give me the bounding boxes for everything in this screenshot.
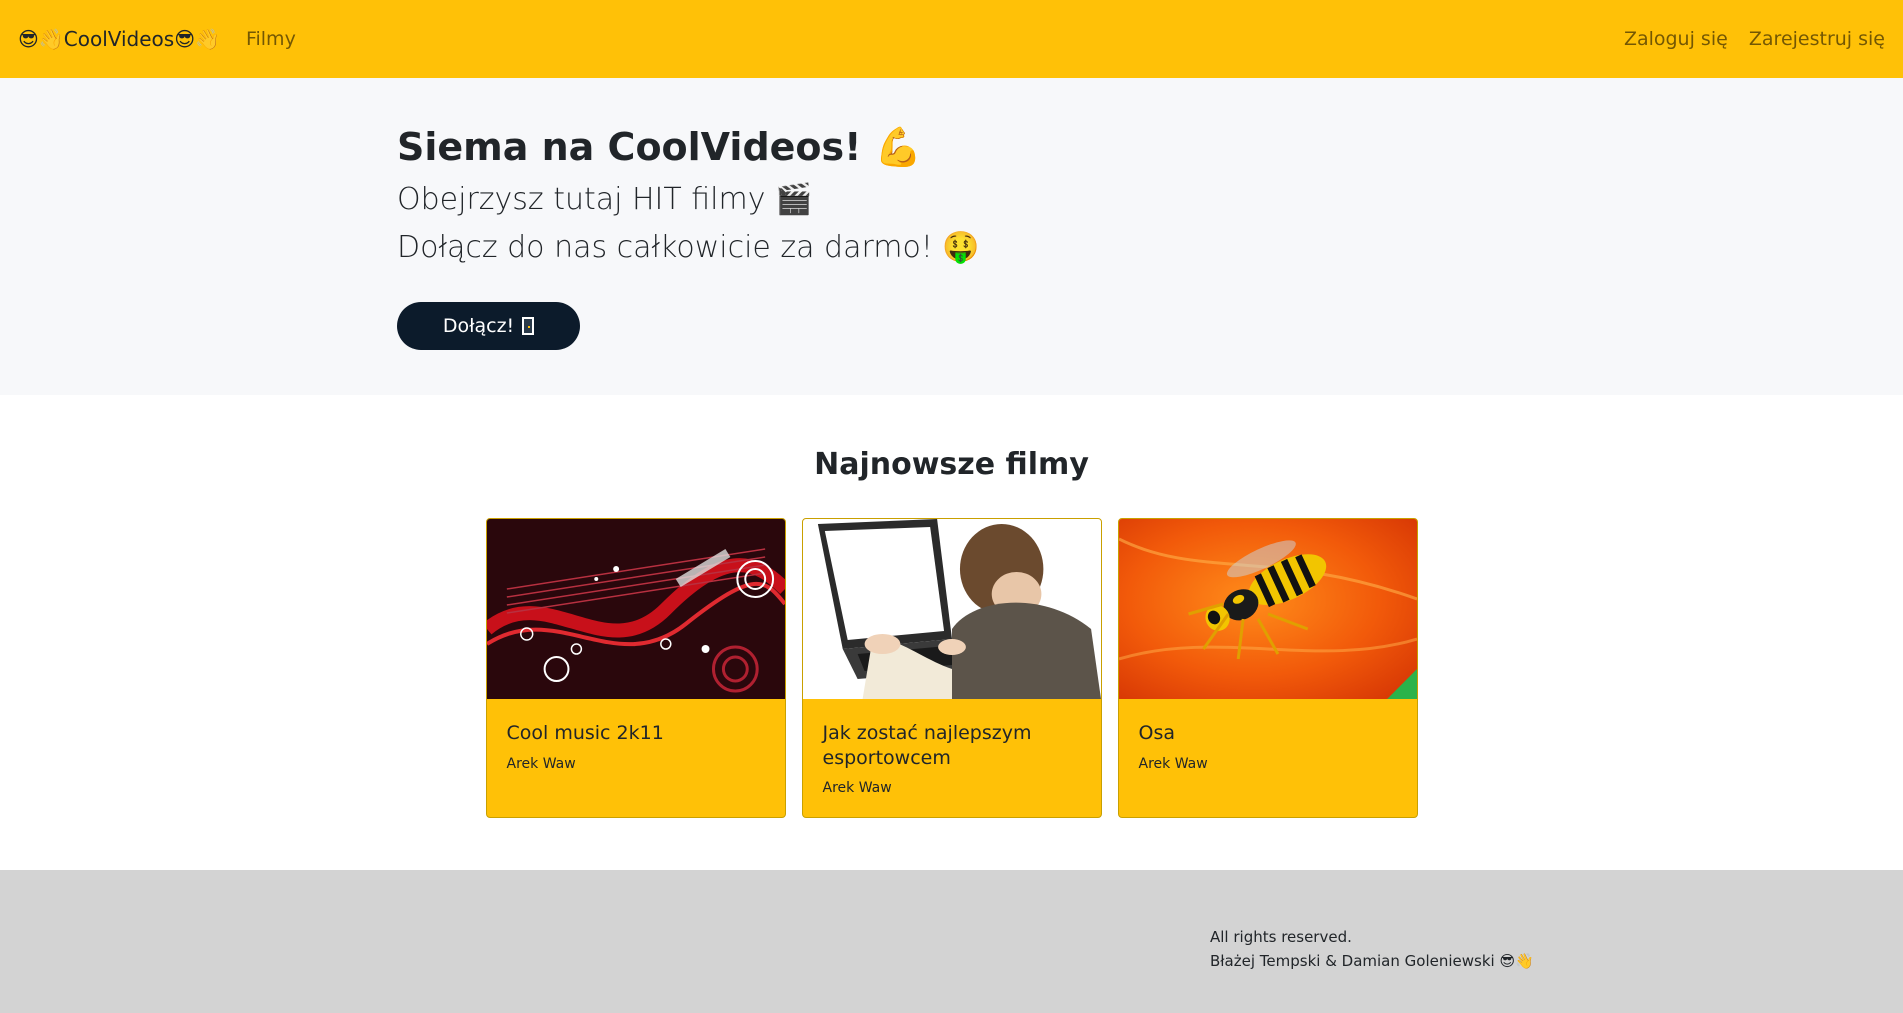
video-card-body: Cool music 2k11 Arek Waw: [487, 699, 785, 772]
video-title[interactable]: Cool music 2k11: [507, 721, 765, 746]
latest-videos-section: Najnowsze filmy Cool music 2k11 Arek Waw…: [0, 395, 1903, 870]
video-card[interactable]: Jak zostać najlepszym esportowcem Arek W…: [801, 518, 1102, 818]
video-card-body: Jak zostać najlepszym esportowcem Arek W…: [803, 699, 1101, 796]
latest-videos-heading: Najnowsze filmy: [814, 447, 1089, 482]
footer-rights: All rights reserved.: [1210, 928, 1352, 946]
video-card[interactable]: Cool music 2k11 Arek Waw: [485, 518, 786, 818]
hero-tagline-1: Obejrzysz tutaj HIT filmy 🎬: [397, 182, 813, 218]
boy-laptop-thumbnail-icon: [802, 519, 1101, 699]
hero-title: Siema na CoolVideos! 💪: [397, 125, 923, 169]
register-link[interactable]: Zarejestruj się: [1749, 28, 1885, 50]
video-author: Arek Waw: [822, 780, 892, 797]
brand-logo[interactable]: 😎👋CoolVideos😎👋: [18, 27, 220, 51]
door-icon: [522, 317, 535, 336]
wasp-thumbnail-image: [1118, 519, 1417, 699]
join-button-label: Dołącz!: [442, 315, 515, 338]
hero-section: Siema na CoolVideos! 💪 Obejrzysz tutaj H…: [0, 78, 1903, 395]
video-author: Arek Waw: [1138, 755, 1208, 772]
footer-authors: Błażej Tempski & Damian Goleniewski 😎👋: [1210, 952, 1534, 970]
navbar-left: 😎👋CoolVideos😎👋 Filmy: [18, 27, 296, 51]
navbar-right: Zaloguj się Zarejestruj się: [1608, 28, 1885, 50]
video-card-list: Cool music 2k11 Arek Waw Jak zostać najl…: [0, 518, 1903, 818]
abstract-music-thumbnail-image: [486, 519, 785, 699]
video-title[interactable]: Jak zostać najlepszym esportowcem: [823, 721, 1081, 770]
video-author: Arek Waw: [506, 755, 576, 772]
wasp-thumbnail-icon: [1118, 519, 1417, 699]
join-button[interactable]: Dołącz!: [397, 302, 580, 351]
hero-tagline-2: Dołącz do nas całkowicie za darmo! 🤑: [397, 230, 980, 266]
navbar: 😎👋CoolVideos😎👋 Filmy Zaloguj się Zarejes…: [0, 0, 1903, 78]
video-card-body: Osa Arek Waw: [1119, 699, 1417, 772]
nav-link-films[interactable]: Filmy: [246, 28, 296, 50]
boy-laptop-thumbnail-image: [802, 519, 1101, 699]
footer: All rights reserved. Błażej Tempski & Da…: [0, 870, 1903, 1013]
video-card[interactable]: Osa Arek Waw: [1117, 518, 1418, 818]
login-link[interactable]: Zaloguj się: [1624, 28, 1728, 50]
abstract-music-thumbnail-icon: [486, 519, 785, 699]
video-title[interactable]: Osa: [1139, 721, 1397, 746]
